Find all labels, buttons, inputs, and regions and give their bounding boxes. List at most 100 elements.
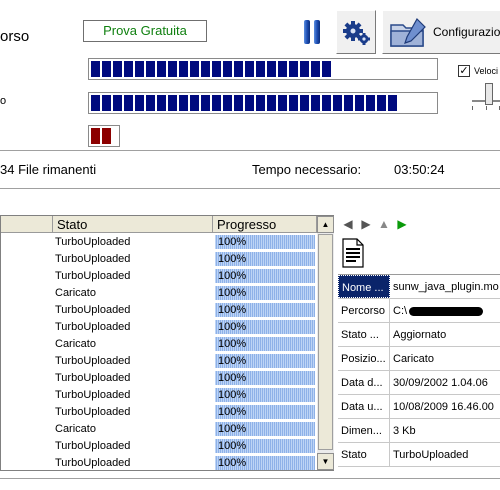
- status-cell: TurboUploaded: [55, 372, 131, 384]
- progress-segment: [212, 95, 221, 111]
- speed-checkbox[interactable]: ✓: [458, 65, 470, 77]
- row-progress-bar: 100%: [215, 439, 315, 453]
- row-progress-bar: 100%: [215, 303, 315, 317]
- column-header-stato[interactable]: Stato: [53, 216, 213, 233]
- property-row[interactable]: Percorso C:\: [338, 299, 500, 323]
- table-row[interactable]: TurboUploaded 100%: [1, 319, 317, 336]
- configuration-label: Configurazion: [433, 25, 500, 39]
- upload-status-panel: orso o Prova Gratuita Configurazion ✓ Ve…: [0, 0, 500, 190]
- property-row[interactable]: Data d... 30/09/2002 1.04.06: [338, 371, 500, 395]
- file-name-cell: [1, 285, 53, 302]
- row-progress-bar: 100%: [215, 388, 315, 402]
- table-row[interactable]: TurboUploaded 100%: [1, 455, 317, 472]
- progress-segment: [322, 95, 331, 111]
- progress-segment: [234, 61, 243, 77]
- gears-icon: [343, 21, 370, 45]
- table-row[interactable]: TurboUploaded 100%: [1, 353, 317, 370]
- row-progress-bar: 100%: [215, 337, 315, 351]
- property-row[interactable]: Stato ... Aggiornato: [338, 323, 500, 347]
- progress-cell: 100%: [213, 336, 317, 353]
- play-icon[interactable]: ▶: [396, 217, 408, 231]
- table-row[interactable]: TurboUploaded 100%: [1, 251, 317, 268]
- configuration-button[interactable]: Configurazion: [382, 10, 500, 54]
- table-row[interactable]: Caricato 100%: [1, 336, 317, 353]
- row-progress-bar: 100%: [215, 371, 315, 385]
- file-name-cell: [1, 234, 53, 251]
- progress-segment: [146, 61, 155, 77]
- progress-segment: [157, 61, 166, 77]
- progress-segment: [212, 61, 221, 77]
- vertical-scrollbar[interactable]: ▲ ▼: [317, 216, 334, 470]
- property-row[interactable]: Nome ... sunw_java_plugin.mo: [338, 275, 500, 299]
- scroll-down-button[interactable]: ▼: [317, 453, 334, 470]
- progress-cell: 100%: [213, 302, 317, 319]
- arrow-up-icon[interactable]: ▲: [378, 217, 390, 231]
- property-key: Nome ...: [338, 275, 390, 298]
- progress-cell: 100%: [213, 387, 317, 404]
- status-cell: TurboUploaded: [55, 304, 131, 316]
- property-key: Posizio...: [338, 347, 390, 370]
- free-trial-button[interactable]: Prova Gratuita: [83, 20, 207, 42]
- progress-cell: 100%: [213, 404, 317, 421]
- table-row[interactable]: TurboUploaded 100%: [1, 404, 317, 421]
- table-row[interactable]: TurboUploaded 100%: [1, 370, 317, 387]
- arrow-left-icon[interactable]: ◀: [342, 217, 354, 231]
- error-progress-bar: [88, 125, 120, 147]
- redacted-mark: [409, 306, 484, 316]
- table-row[interactable]: TurboUploaded 100%: [1, 438, 317, 455]
- progress-segment: [91, 61, 100, 77]
- status-cell: TurboUploaded: [55, 389, 131, 401]
- table-row[interactable]: Caricato 100%: [1, 421, 317, 438]
- status-cell: TurboUploaded: [55, 355, 131, 367]
- progress-segment: [388, 95, 397, 111]
- table-row[interactable]: TurboUploaded 100%: [1, 234, 317, 251]
- progress-segment: [135, 61, 144, 77]
- progress-segment: [289, 61, 298, 77]
- progress-cell: 100%: [213, 234, 317, 251]
- property-key: Data d...: [338, 371, 390, 394]
- status-cell: TurboUploaded: [55, 440, 131, 452]
- table-row[interactable]: TurboUploaded 100%: [1, 268, 317, 285]
- property-row[interactable]: Dimen... 3 Kb: [338, 419, 500, 443]
- progress-segment: [124, 95, 133, 111]
- table-row[interactable]: TurboUploaded 100%: [1, 302, 317, 319]
- property-value-text: 30/09/2002 1.04.06: [393, 377, 488, 389]
- property-key: Data u...: [338, 395, 390, 418]
- row-progress-bar: 100%: [215, 405, 315, 419]
- row-progress-bar: 100%: [215, 456, 315, 470]
- progress-cell: 100%: [213, 370, 317, 387]
- row-progress-bar: 100%: [215, 252, 315, 266]
- property-row[interactable]: Data u... 10/08/2009 16.46.00: [338, 395, 500, 419]
- property-row[interactable]: Stato TurboUploaded: [338, 443, 500, 467]
- table-row[interactable]: TurboUploaded 100%: [1, 387, 317, 404]
- property-value-text: TurboUploaded: [393, 449, 469, 461]
- progress-segment: [102, 128, 111, 144]
- speed-slider-handle[interactable]: [485, 83, 493, 105]
- arrow-right-icon[interactable]: ▶: [360, 217, 372, 231]
- status-cell: TurboUploaded: [55, 321, 131, 333]
- scroll-thumb[interactable]: [318, 234, 333, 450]
- table-row[interactable]: Caricato 100%: [1, 285, 317, 302]
- column-header-name[interactable]: [1, 216, 53, 233]
- row-progress-bar: 100%: [215, 286, 315, 300]
- pause-button[interactable]: [293, 10, 331, 54]
- list-rows: TurboUploaded 100% TurboUploaded 100% TurboU…: [1, 234, 317, 472]
- progress-segment: [223, 61, 232, 77]
- status-cell: Caricato: [55, 287, 96, 299]
- scroll-up-button[interactable]: ▲: [317, 216, 334, 233]
- file-list[interactable]: Stato Progresso TurboUploaded 100% TurboUp…: [0, 215, 334, 471]
- column-header-progresso[interactable]: Progresso: [213, 216, 317, 233]
- settings-button[interactable]: [336, 10, 376, 54]
- property-value-text: sunw_java_plugin.mo: [393, 281, 499, 293]
- document-icon[interactable]: [342, 238, 364, 268]
- progress-segment: [124, 61, 133, 77]
- progress-segment: [102, 95, 111, 111]
- progress-segment: [366, 95, 375, 111]
- progress-segment: [91, 128, 100, 144]
- status-cell: TurboUploaded: [55, 236, 131, 248]
- property-row[interactable]: Posizio... Caricato: [338, 347, 500, 371]
- property-value: 10/08/2009 16.46.00: [390, 395, 500, 418]
- row-progress-bar: 100%: [215, 422, 315, 436]
- property-value-text: Caricato: [393, 353, 434, 365]
- row-progress-bar: 100%: [215, 320, 315, 334]
